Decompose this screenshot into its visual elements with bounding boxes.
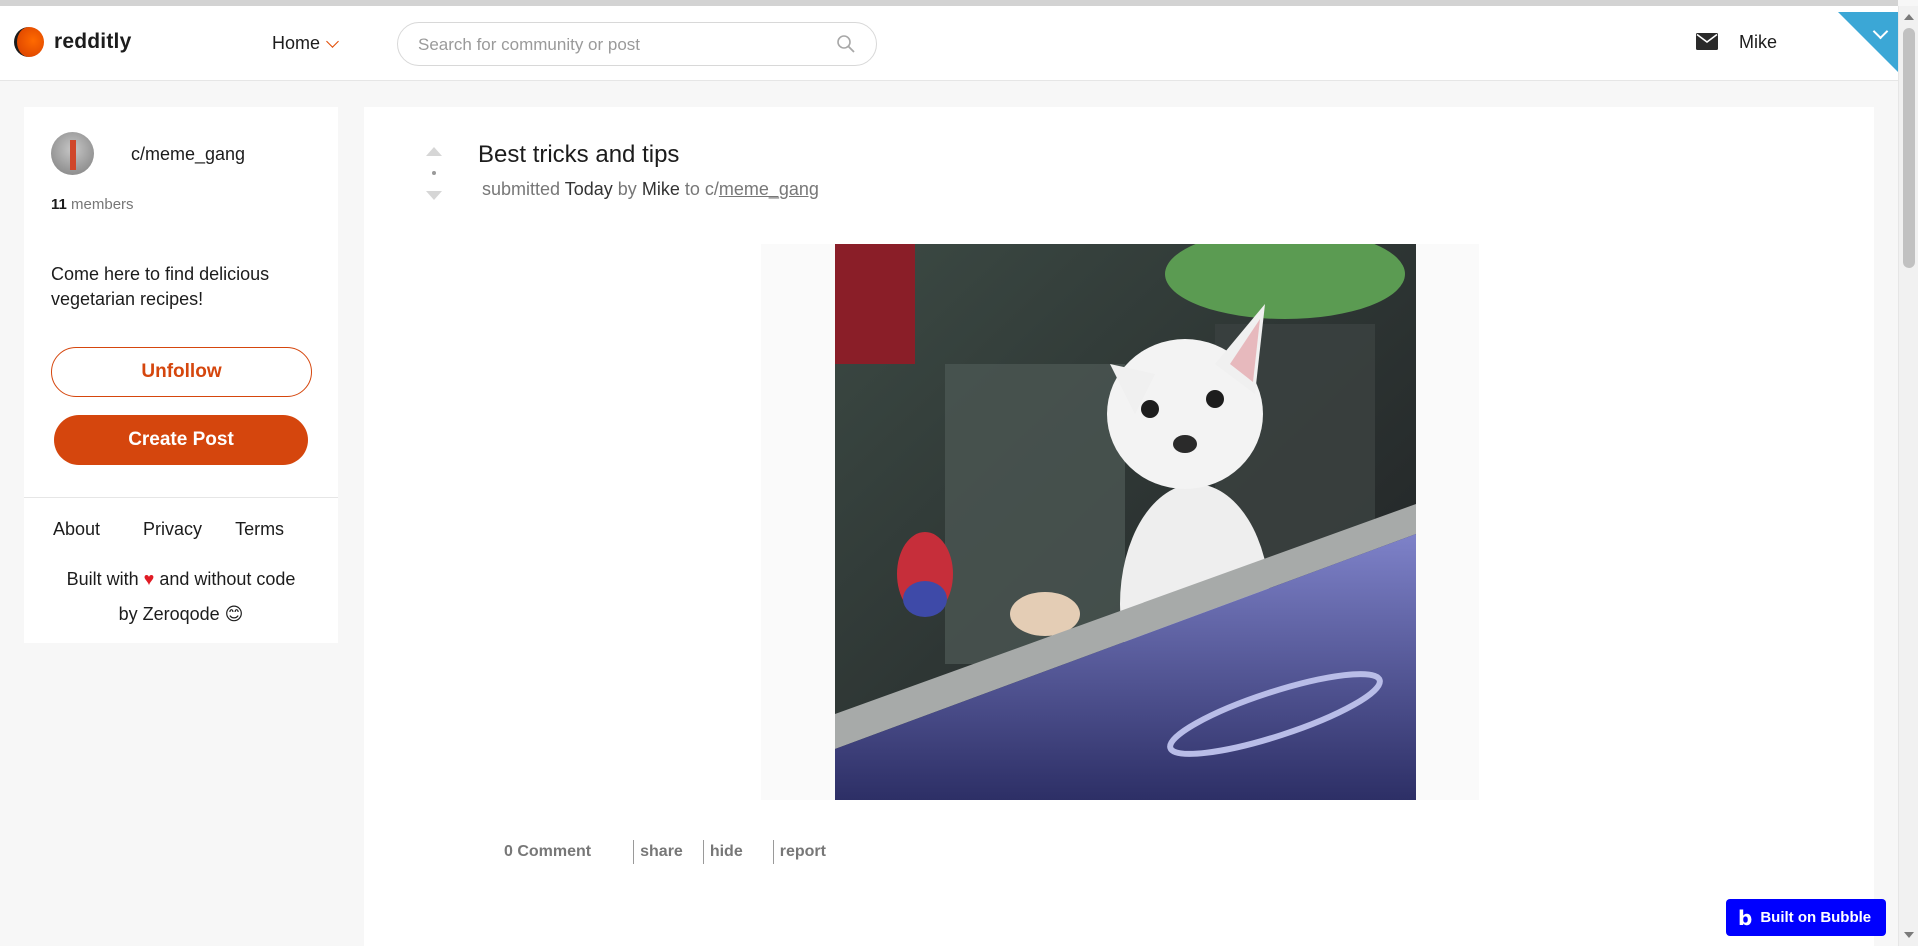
upvote-arrow-icon[interactable]: [426, 147, 442, 156]
built-with-credit: Built with ♥ and without code by Zeroqod…: [24, 562, 338, 632]
bubble-badge-label: Built on Bubble: [1760, 909, 1872, 926]
downvote-arrow-icon[interactable]: [426, 191, 442, 200]
privacy-link[interactable]: Privacy: [143, 519, 202, 540]
meta-submitted: submitted: [482, 179, 561, 199]
search-box[interactable]: [397, 22, 877, 66]
dog-photo-illustration: [835, 244, 1416, 800]
vote-score-dot: [432, 171, 436, 175]
post-meta: submitted Today by Mike to c/meme_gang: [482, 179, 819, 200]
home-dropdown[interactable]: Home: [272, 33, 339, 54]
dropdown-corner-toggle[interactable]: [1838, 12, 1898, 72]
logo-icon: [14, 27, 44, 57]
unfollow-button[interactable]: Unfollow: [51, 347, 312, 397]
create-post-button[interactable]: Create Post: [54, 415, 308, 465]
corner-triangle: [1838, 12, 1898, 72]
app-name: redditly: [54, 30, 132, 53]
search-icon[interactable]: [836, 34, 856, 54]
members-number: 11: [51, 196, 67, 213]
footer-links: About Privacy Terms: [53, 519, 284, 540]
scroll-down-arrow-icon[interactable]: [1904, 932, 1914, 938]
bubble-logo-icon: b: [1738, 905, 1753, 930]
smile-icon: 😊: [224, 604, 244, 624]
top-header: redditly Home Mike: [0, 6, 1898, 81]
home-label: Home: [272, 33, 321, 53]
comment-link[interactable]: 0 Comment: [498, 843, 597, 861]
post-card: Best tricks and tips submitted Today by …: [364, 107, 1874, 946]
by-zeroqode-text[interactable]: by Zeroqode: [119, 604, 220, 624]
community-avatar[interactable]: [51, 132, 94, 175]
share-link[interactable]: share: [634, 843, 689, 861]
scroll-thumb[interactable]: [1903, 28, 1915, 268]
about-link[interactable]: About: [53, 519, 100, 540]
built-on-bubble-badge[interactable]: b Built on Bubble: [1726, 899, 1886, 936]
members-count: 11 members: [51, 196, 134, 213]
community-name[interactable]: c/meme_gang: [131, 144, 245, 165]
community-description: Come here to find delicious vegetarian r…: [51, 264, 270, 309]
members-label: members: [71, 196, 134, 213]
community-sidebar: c/meme_gang 11 members Come here to find…: [24, 107, 338, 643]
page-scrollbar[interactable]: [1898, 6, 1918, 946]
scroll-up-arrow-icon[interactable]: [1904, 14, 1914, 20]
meta-when: Today: [564, 179, 613, 199]
report-link[interactable]: report: [774, 843, 832, 861]
post-title[interactable]: Best tricks and tips: [478, 141, 679, 169]
vote-widget: [426, 147, 442, 207]
post-media[interactable]: [761, 244, 1479, 800]
meta-to: to c/: [684, 179, 719, 199]
sidebar-divider: [24, 497, 338, 498]
meta-author[interactable]: Mike: [642, 179, 680, 199]
hide-link[interactable]: hide: [704, 843, 749, 861]
mail-icon[interactable]: [1696, 33, 1718, 50]
logo[interactable]: redditly: [14, 27, 131, 57]
search-input[interactable]: [416, 33, 816, 57]
meta-community-link[interactable]: meme_gang: [719, 179, 819, 199]
chevron-down-icon: [326, 35, 339, 48]
terms-link[interactable]: Terms: [235, 519, 284, 540]
post-image[interactable]: [835, 244, 1416, 800]
without-code-text: and without code: [159, 569, 296, 589]
meta-by: by: [617, 179, 637, 199]
heart-icon: ♥: [143, 569, 155, 589]
post-actions: 0 Comment share hide report: [498, 840, 832, 864]
user-name[interactable]: Mike: [1739, 32, 1777, 53]
built-with-text: Built with: [66, 569, 139, 589]
